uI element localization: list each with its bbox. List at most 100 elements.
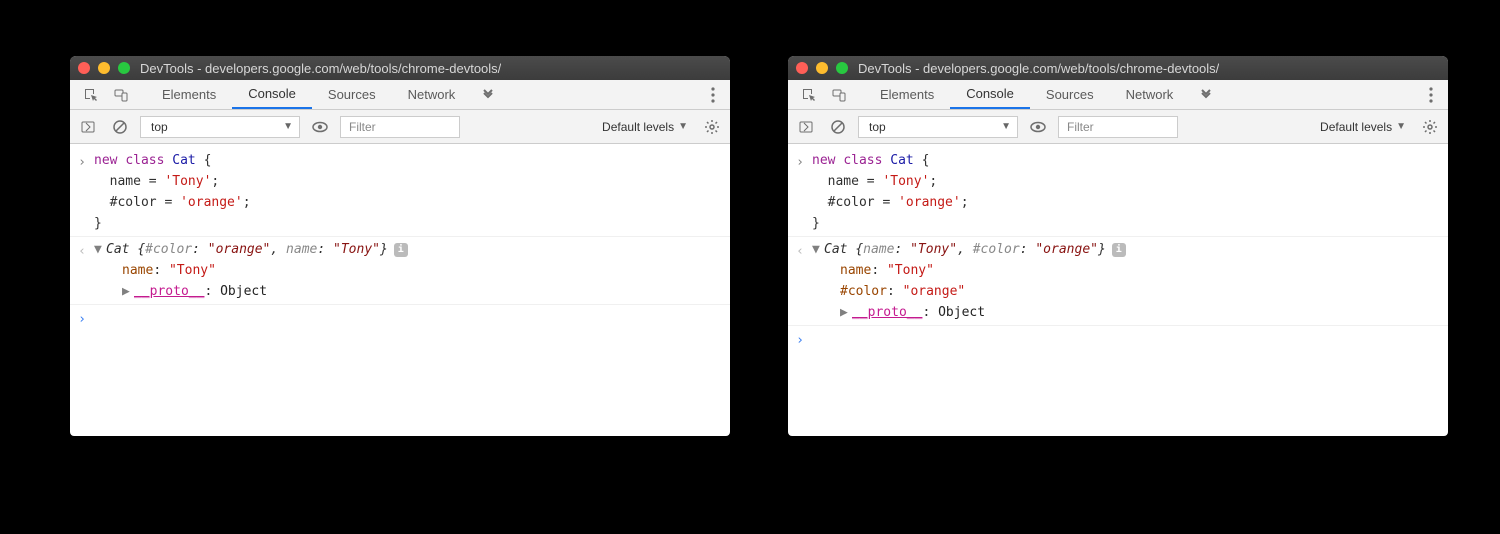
titlebar[interactable]: DevTools - developers.google.com/web/too… — [70, 56, 730, 80]
minimize-button[interactable] — [98, 62, 110, 74]
prompt-chevron-icon: › — [70, 150, 94, 234]
settings-icon[interactable] — [1418, 115, 1442, 139]
tab-label: Network — [408, 87, 456, 102]
property-name: name — [840, 263, 871, 278]
disclosure-triangle-open-icon[interactable]: ▼ — [812, 239, 824, 260]
console-prompt-input[interactable] — [812, 328, 1448, 351]
class-name: Cat — [106, 242, 137, 257]
log-levels-label: Default levels — [602, 120, 674, 134]
minimize-button[interactable] — [816, 62, 828, 74]
settings-icon[interactable] — [700, 115, 724, 139]
tab-label: Console — [966, 86, 1014, 101]
log-levels-select[interactable]: Default levels ▼ — [1312, 116, 1410, 138]
tab-console[interactable]: Console — [232, 80, 312, 109]
object-property-row: #color: "orange" — [812, 281, 1440, 302]
inspect-icon[interactable] — [794, 80, 824, 109]
proto-row[interactable]: ▶__proto__: Object — [94, 281, 722, 302]
info-badge-icon[interactable]: i — [394, 243, 408, 257]
filter-placeholder: Filter — [349, 120, 376, 134]
object-header[interactable]: ▼Cat {name: "Tony", #color: "orange"}i — [812, 239, 1440, 260]
console-result-row: ‹ ▼Cat {name: "Tony", #color: "orange"}i… — [788, 237, 1448, 326]
execution-context-select[interactable]: top ▼ — [140, 116, 300, 138]
object-preview[interactable]: ▼Cat {name: "Tony", #color: "orange"}i n… — [812, 239, 1448, 323]
result-chevron-icon: ‹ — [70, 239, 94, 302]
live-expression-icon[interactable] — [1026, 115, 1050, 139]
console-prompt-input[interactable] — [94, 307, 730, 330]
console-output: › new class Cat { name = 'Tony'; #color … — [70, 144, 730, 404]
traffic-lights — [78, 62, 130, 74]
proto-value: Object — [938, 305, 985, 320]
disclosure-triangle-open-icon[interactable]: ▼ — [94, 239, 106, 260]
execution-context-value: top — [151, 120, 168, 134]
filter-input[interactable]: Filter — [1058, 116, 1178, 138]
property-value: "Tony" — [887, 263, 934, 278]
sidebar-toggle-icon[interactable] — [794, 115, 818, 139]
log-levels-select[interactable]: Default levels ▼ — [594, 116, 692, 138]
tab-console[interactable]: Console — [950, 80, 1030, 109]
property-name: #color — [840, 284, 887, 299]
tab-elements[interactable]: Elements — [146, 80, 232, 109]
property-value: "orange" — [903, 284, 966, 299]
zoom-button[interactable] — [118, 62, 130, 74]
tab-label: Network — [1126, 87, 1174, 102]
window-title: DevTools - developers.google.com/web/too… — [858, 61, 1219, 76]
property-value: "Tony" — [169, 263, 216, 278]
device-toggle-icon[interactable] — [106, 80, 136, 109]
devtools-window: DevTools - developers.google.com/web/too… — [788, 56, 1448, 436]
result-chevron-icon: ‹ — [788, 239, 812, 323]
devtools-window: DevTools - developers.google.com/web/too… — [70, 56, 730, 436]
filter-input[interactable]: Filter — [340, 116, 460, 138]
filter-placeholder: Filter — [1067, 120, 1094, 134]
device-toggle-icon[interactable] — [824, 80, 854, 109]
proto-row[interactable]: ▶__proto__: Object — [812, 302, 1440, 323]
proto-label: __proto__ — [134, 284, 204, 299]
tab-label: Elements — [880, 87, 934, 102]
close-button[interactable] — [78, 62, 90, 74]
zoom-button[interactable] — [836, 62, 848, 74]
tab-label: Elements — [162, 87, 216, 102]
object-preview[interactable]: ▼Cat {#color: "orange", name: "Tony"} i n… — [94, 239, 730, 302]
tab-network[interactable]: Network — [392, 80, 472, 109]
object-property-row: name: "Tony" — [94, 260, 722, 281]
titlebar[interactable]: DevTools - developers.google.com/web/too… — [788, 56, 1448, 80]
chevron-down-icon: ▼ — [283, 121, 293, 132]
panel-tabbar: Elements Console Sources Network — [70, 80, 730, 110]
clear-console-icon[interactable] — [826, 115, 850, 139]
console-input-code[interactable]: new class Cat { name = 'Tony'; #color = … — [94, 150, 730, 234]
clear-console-icon[interactable] — [108, 115, 132, 139]
traffic-lights — [796, 62, 848, 74]
tab-label: Console — [248, 86, 296, 101]
disclosure-triangle-closed-icon[interactable]: ▶ — [840, 302, 852, 323]
tab-network[interactable]: Network — [1110, 80, 1190, 109]
class-name: Cat — [824, 242, 855, 257]
console-output: › new class Cat { name = 'Tony'; #color … — [788, 144, 1448, 404]
sidebar-toggle-icon[interactable] — [76, 115, 100, 139]
console-result-row: ‹ ▼Cat {#color: "orange", name: "Tony"} i… — [70, 237, 730, 305]
console-prompt-row[interactable]: › — [788, 326, 1448, 353]
prompt-chevron-icon: › — [70, 307, 94, 330]
execution-context-select[interactable]: top ▼ — [858, 116, 1018, 138]
close-button[interactable] — [796, 62, 808, 74]
property-name: name — [122, 263, 153, 278]
inspect-icon[interactable] — [76, 80, 106, 109]
tab-elements[interactable]: Elements — [864, 80, 950, 109]
tab-label: Sources — [1046, 87, 1094, 102]
prompt-chevron-icon: › — [788, 328, 812, 351]
tab-sources[interactable]: Sources — [1030, 80, 1110, 109]
console-input-code[interactable]: new class Cat { name = 'Tony'; #color = … — [812, 150, 1448, 234]
tabs-overflow-icon[interactable] — [471, 80, 505, 109]
disclosure-triangle-closed-icon[interactable]: ▶ — [122, 281, 134, 302]
info-badge-icon[interactable]: i — [1112, 243, 1126, 257]
console-input-row: › new class Cat { name = 'Tony'; #color … — [788, 148, 1448, 237]
kebab-menu-icon[interactable] — [1414, 80, 1448, 109]
tabs-overflow-icon[interactable] — [1189, 80, 1223, 109]
console-prompt-row[interactable]: › — [70, 305, 730, 332]
console-input-row: › new class Cat { name = 'Tony'; #color … — [70, 148, 730, 237]
tab-sources[interactable]: Sources — [312, 80, 392, 109]
kebab-menu-icon[interactable] — [696, 80, 730, 109]
chevron-down-icon: ▼ — [678, 121, 688, 132]
live-expression-icon[interactable] — [308, 115, 332, 139]
object-header[interactable]: ▼Cat {#color: "orange", name: "Tony"} i — [94, 239, 722, 260]
object-summary: {#color: "orange", name: "Tony"} — [137, 242, 388, 257]
console-toolbar: top ▼ Filter Default levels ▼ — [788, 110, 1448, 144]
